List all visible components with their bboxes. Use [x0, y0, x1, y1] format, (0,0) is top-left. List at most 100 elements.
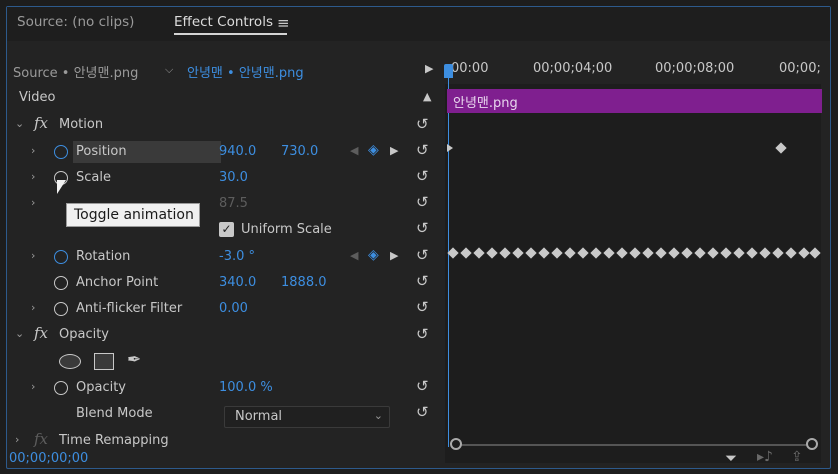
- anti-flicker-row[interactable]: › Anti-flicker Filter 0.00 ↺: [7, 297, 444, 321]
- rotation-keyframe[interactable]: [694, 247, 706, 259]
- reset-icon[interactable]: ↺: [416, 403, 429, 421]
- filter-icon[interactable]: ⏷: [725, 449, 737, 467]
- rotation-value[interactable]: -3.0 °: [219, 249, 255, 264]
- rotation-keyframe[interactable]: [642, 247, 654, 259]
- rotation-keyframe[interactable]: [538, 247, 550, 259]
- rotation-keyframe[interactable]: [512, 247, 524, 259]
- chevron-right-icon[interactable]: ›: [15, 433, 19, 446]
- blend-mode-select[interactable]: Normal ⌄: [224, 406, 390, 428]
- anchor-point-row[interactable]: Anchor Point 340.0 1888.0 ↺: [7, 271, 444, 295]
- rotation-keyframe[interactable]: [668, 247, 680, 259]
- rotation-keyframe[interactable]: [473, 247, 485, 259]
- prev-keyframe-icon[interactable]: ◀: [350, 249, 358, 262]
- reset-icon[interactable]: ↺: [416, 246, 429, 264]
- reset-icon[interactable]: ↺: [416, 167, 429, 185]
- rotation-keyframe[interactable]: [551, 247, 563, 259]
- reset-icon[interactable]: ↺: [416, 272, 429, 290]
- pen-mask-icon[interactable]: ✒: [127, 350, 141, 370]
- stopwatch-icon[interactable]: [54, 381, 68, 395]
- rotation-keyframe[interactable]: [733, 247, 745, 259]
- rotation-keyframe[interactable]: [809, 247, 821, 259]
- stopwatch-icon[interactable]: [54, 276, 68, 290]
- rotation-keyframe[interactable]: [720, 247, 732, 259]
- hamburger-menu-icon[interactable]: ≡: [277, 14, 290, 32]
- rotation-keyframe[interactable]: [499, 247, 511, 259]
- chevron-down-icon[interactable]: ⌄: [15, 327, 24, 340]
- rotation-keyframe[interactable]: [759, 247, 771, 259]
- reset-icon[interactable]: ↺: [416, 325, 429, 343]
- collapse-up-icon[interactable]: ▲: [423, 90, 431, 103]
- keyframe-timeline[interactable]: [445, 58, 821, 463]
- ellipse-mask-icon[interactable]: [59, 354, 81, 369]
- source-clip-label[interactable]: Source • 안녕맨.png: [13, 62, 138, 81]
- rotation-keyframe[interactable]: [590, 247, 602, 259]
- scale-value[interactable]: 30.0: [219, 170, 248, 185]
- chevron-down-icon[interactable]: ⌄: [15, 117, 24, 130]
- rotation-keyframe[interactable]: [798, 247, 810, 259]
- rotation-keyframe[interactable]: [447, 247, 459, 259]
- stopwatch-icon[interactable]: [54, 250, 68, 264]
- rotation-keyframe[interactable]: [603, 247, 615, 259]
- sequence-clip-label[interactable]: 안녕맨 • 안녕맨.png: [187, 62, 304, 81]
- tab-source[interactable]: Source: (no clips): [17, 14, 134, 30]
- time-ruler[interactable]: 00:00 00;00;04;00 00;00;08;00 00;00;: [444, 58, 821, 84]
- rotation-keyframe[interactable]: [785, 247, 797, 259]
- opacity-value[interactable]: 100.0 %: [219, 380, 273, 395]
- prev-keyframe-icon[interactable]: ◀: [350, 144, 358, 157]
- opacity-header-row[interactable]: ⌄ fx Opacity ↺: [7, 324, 444, 348]
- scrollbar-end-handle[interactable]: [806, 438, 818, 450]
- rotation-keyframe[interactable]: [655, 247, 667, 259]
- chevron-right-icon[interactable]: ›: [31, 144, 35, 157]
- chevron-right-icon[interactable]: ›: [31, 249, 35, 262]
- motion-row[interactable]: ⌄ fx Motion ↺: [7, 114, 444, 138]
- timeline-clip[interactable]: 안녕맨.png: [447, 89, 822, 113]
- rotation-keyframe[interactable]: [772, 247, 784, 259]
- rotation-keyframe[interactable]: [460, 247, 472, 259]
- rotation-keyframe[interactable]: [486, 247, 498, 259]
- next-keyframe-icon[interactable]: ▶: [390, 249, 398, 262]
- anchor-y-value[interactable]: 1888.0: [281, 275, 327, 290]
- export-icon[interactable]: ⇪: [791, 449, 803, 465]
- tab-effect-controls[interactable]: Effect Controls: [174, 14, 273, 30]
- position-keyframe[interactable]: [447, 144, 453, 152]
- reset-icon[interactable]: ↺: [416, 115, 429, 133]
- position-x-value[interactable]: 940.0: [219, 144, 256, 159]
- reset-icon[interactable]: ↺: [416, 141, 429, 159]
- rotation-keyframe[interactable]: [681, 247, 693, 259]
- add-keyframe-icon[interactable]: ◈: [368, 142, 379, 158]
- rotation-keyframe[interactable]: [746, 247, 758, 259]
- rotation-keyframe[interactable]: [707, 247, 719, 259]
- add-keyframe-icon[interactable]: ◈: [368, 247, 379, 263]
- current-time-display[interactable]: 00;00;00;00: [9, 451, 88, 466]
- rotation-keyframe[interactable]: [629, 247, 641, 259]
- rotation-row[interactable]: › Rotation -3.0 ° ◀ ◈ ▶ ↺: [7, 245, 444, 269]
- play-icon[interactable]: ▶: [425, 62, 433, 75]
- position-y-value[interactable]: 730.0: [281, 144, 318, 159]
- stopwatch-icon[interactable]: [54, 302, 68, 316]
- anchor-x-value[interactable]: 340.0: [219, 275, 256, 290]
- uniform-scale-checkbox[interactable]: ✓: [219, 222, 234, 237]
- opacity-row[interactable]: › Opacity 100.0 % ↺: [7, 376, 444, 400]
- next-keyframe-icon[interactable]: ▶: [390, 144, 398, 157]
- rotation-keyframe[interactable]: [577, 247, 589, 259]
- rotation-keyframes[interactable]: [447, 247, 822, 259]
- position-row[interactable]: › Position 940.0 730.0 ◀ ◈ ▶ ↺: [7, 140, 444, 164]
- scrollbar-start-handle[interactable]: [450, 438, 462, 450]
- scale-row[interactable]: › Scale 30.0 ↺: [7, 166, 444, 190]
- chevron-right-icon[interactable]: ›: [31, 196, 35, 209]
- reset-icon[interactable]: ↺: [416, 377, 429, 395]
- audio-play-icon[interactable]: ▸♪: [757, 449, 773, 465]
- chevron-right-icon[interactable]: ›: [31, 301, 35, 314]
- stopwatch-icon[interactable]: [54, 145, 68, 159]
- chevron-right-icon[interactable]: ›: [31, 380, 35, 393]
- reset-icon[interactable]: ↺: [416, 298, 429, 316]
- reset-icon[interactable]: ↺: [416, 219, 429, 237]
- rotation-keyframe[interactable]: [525, 247, 537, 259]
- chevron-right-icon[interactable]: ›: [31, 170, 35, 183]
- rotation-keyframe[interactable]: [564, 247, 576, 259]
- scrollbar-track[interactable]: [458, 444, 814, 446]
- chevron-down-icon[interactable]: ⌵: [165, 63, 173, 77]
- rectangle-mask-icon[interactable]: [94, 353, 114, 370]
- anti-flicker-value[interactable]: 0.00: [219, 301, 248, 316]
- rotation-keyframe[interactable]: [616, 247, 628, 259]
